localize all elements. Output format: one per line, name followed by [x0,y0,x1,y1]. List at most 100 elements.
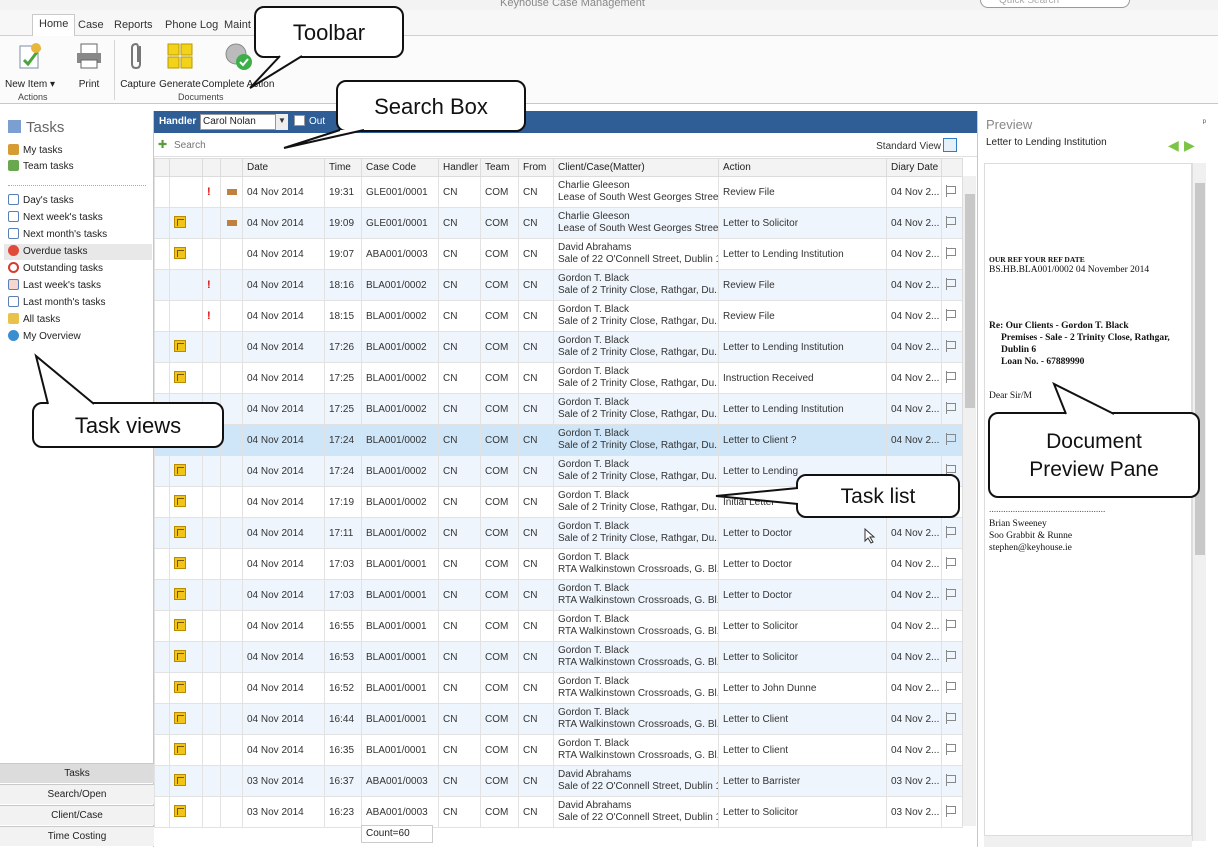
table-row[interactable]: 04 Nov 2014 17:24 BLA001/0002 CN COM CN Gordon… [154,424,963,456]
table-row[interactable]: 04 Nov 2014 16:53 BLA001/0001 CN COM CN Gordon… [154,641,963,673]
nav-all-tasks[interactable]: All tasks [8,312,148,328]
out-checkbox[interactable] [294,115,305,126]
bottom-nav-time-costing[interactable]: Time Costing [0,826,154,846]
column-header-handler[interactable]: Handler [438,158,481,177]
document-icon[interactable] [174,804,186,817]
nav-outstanding-tasks[interactable]: Outstanding tasks [8,261,148,277]
quick-search-input[interactable]: Quick Search [980,0,1130,8]
print-button[interactable]: Print [72,40,106,90]
document-icon[interactable] [174,246,186,259]
flag-icon[interactable] [946,711,956,724]
document-icon[interactable] [174,773,186,786]
document-icon[interactable] [174,525,186,538]
flag-icon[interactable] [946,773,956,786]
flag-icon[interactable] [946,742,956,755]
column-header-case-code[interactable]: Case Code [361,158,439,177]
table-row[interactable]: 04 Nov 2014 17:26 BLA001/0002 CN COM CN Gordon… [154,331,963,363]
table-row[interactable]: 04 Nov 2014 16:55 BLA001/0001 CN COM CN Gordon… [154,610,963,642]
document-icon[interactable] [174,215,186,228]
table-row[interactable]: 04 Nov 2014 16:35 BLA001/0001 CN COM CN Gordon… [154,734,963,766]
flag-icon[interactable] [946,618,956,631]
tab-reports[interactable]: Reports [108,16,159,34]
standard-view-label[interactable]: Standard View [876,141,941,152]
column-header[interactable] [169,158,203,177]
flag-icon[interactable] [946,680,956,693]
nav-last-months-tasks[interactable]: Last month's tasks [8,295,148,311]
table-row[interactable]: 04 Nov 2014 17:11 BLA001/0002 CN COM CN Gordon… [154,517,963,549]
flag-icon[interactable] [946,432,956,445]
flag-icon[interactable] [946,556,956,569]
nav-next-weeks-tasks[interactable]: Next week's tasks [8,210,148,226]
table-row[interactable]: 04 Nov 2014 19:09 GLE001/0001 CN COM CN Charli… [154,207,963,239]
scrollbar-thumb[interactable] [965,194,975,408]
flag-icon[interactable] [946,370,956,383]
document-icon[interactable] [174,742,186,755]
preview-horizontal-scrollbar[interactable] [984,835,1192,847]
table-row[interactable]: ! 04 Nov 2014 18:16 BLA001/0002 CN COM CN Gordo… [154,269,963,301]
table-row[interactable]: 04 Nov 2014 17:03 BLA001/0001 CN COM CN Gordon… [154,548,963,580]
bottom-nav-client-case[interactable]: Client/Case [0,805,154,825]
column-header-team[interactable]: Team [480,158,519,177]
scrollbar-thumb[interactable] [1195,183,1205,555]
tab-case[interactable]: Case [72,16,110,34]
view-layout-icon[interactable] [943,138,957,152]
nav-last-weeks-tasks[interactable]: Last week's tasks [8,278,148,294]
nav-team-tasks[interactable]: Team tasks [8,159,148,175]
table-row[interactable]: 04 Nov 2014 19:07 ABA001/0003 CN COM CN David … [154,238,963,270]
document-icon[interactable] [174,649,186,662]
nav-overdue-tasks[interactable]: Overdue tasks [4,244,152,260]
document-icon[interactable] [174,370,186,383]
flag-icon[interactable] [946,215,956,228]
table-row[interactable]: 03 Nov 2014 16:23 ABA001/0003 CN COM CN David … [154,796,963,828]
preview-scrollbar[interactable] [1192,163,1206,841]
column-header[interactable] [941,158,963,177]
table-row[interactable]: 04 Nov 2014 16:52 BLA001/0001 CN COM CN Gordon… [154,672,963,704]
table-row[interactable]: ! 04 Nov 2014 18:15 BLA001/0002 CN COM CN Gordo… [154,300,963,332]
pin-icon[interactable]: ᵖ [1203,117,1206,127]
flag-icon[interactable] [946,308,956,321]
flag-icon[interactable] [946,277,956,290]
column-header-time[interactable]: Time [324,158,362,177]
document-icon[interactable] [174,339,186,352]
column-header-client-case[interactable]: Client/Case(Matter) [553,158,719,177]
column-header-from[interactable]: From [518,158,554,177]
document-icon[interactable] [174,494,186,507]
document-icon[interactable] [174,587,186,600]
column-header-action[interactable]: Action [718,158,887,177]
nav-next-months-tasks[interactable]: Next month's tasks [8,227,148,243]
column-header-diary-date[interactable]: Diary Date [886,158,942,177]
arrow-left-icon[interactable]: ◀ [1168,137,1179,154]
tab-maint[interactable]: Maint [218,16,257,34]
table-row[interactable]: ! 04 Nov 2014 19:31 GLE001/0001 CN COM CN Charl… [154,176,963,208]
flag-icon[interactable] [946,804,956,817]
document-icon[interactable] [174,618,186,631]
flag-icon[interactable] [946,401,956,414]
new-item-button[interactable]: New Item ▾ [4,40,56,90]
tab-home[interactable]: Home [32,14,76,37]
table-row[interactable]: 04 Nov 2014 16:44 BLA001/0001 CN COM CN Gordon… [154,703,963,735]
capture-button[interactable]: Capture [118,40,158,90]
flag-icon[interactable] [946,649,956,662]
arrow-right-icon[interactable]: ▶ [1184,137,1195,154]
flag-icon[interactable] [946,525,956,538]
table-row[interactable]: 04 Nov 2014 17:25 BLA001/0002 CN COM CN Gordon… [154,362,963,394]
nav-my-tasks[interactable]: My tasks [8,143,148,159]
table-row[interactable]: 03 Nov 2014 16:37 ABA001/0003 CN COM CN David … [154,765,963,797]
column-header[interactable] [154,158,170,177]
bottom-nav-tasks[interactable]: Tasks [0,763,154,783]
generate-button[interactable]: Generate [159,40,201,90]
tab-phone-log[interactable]: Phone Log [159,16,224,34]
column-header-date[interactable]: Date [242,158,325,177]
flag-icon[interactable] [946,339,956,352]
document-icon[interactable] [174,711,186,724]
nav-my-overview[interactable]: My Overview [8,329,148,345]
document-icon[interactable] [174,556,186,569]
flag-icon[interactable] [946,184,956,197]
bottom-nav-search-open[interactable]: Search/Open [0,784,154,804]
table-row[interactable]: 04 Nov 2014 17:25 BLA001/0002 CN COM CN Gordon… [154,393,963,425]
flag-icon[interactable] [946,587,956,600]
document-icon[interactable] [174,680,186,693]
document-icon[interactable] [174,463,186,476]
column-header[interactable] [202,158,221,177]
task-list-scrollbar[interactable] [962,176,976,826]
